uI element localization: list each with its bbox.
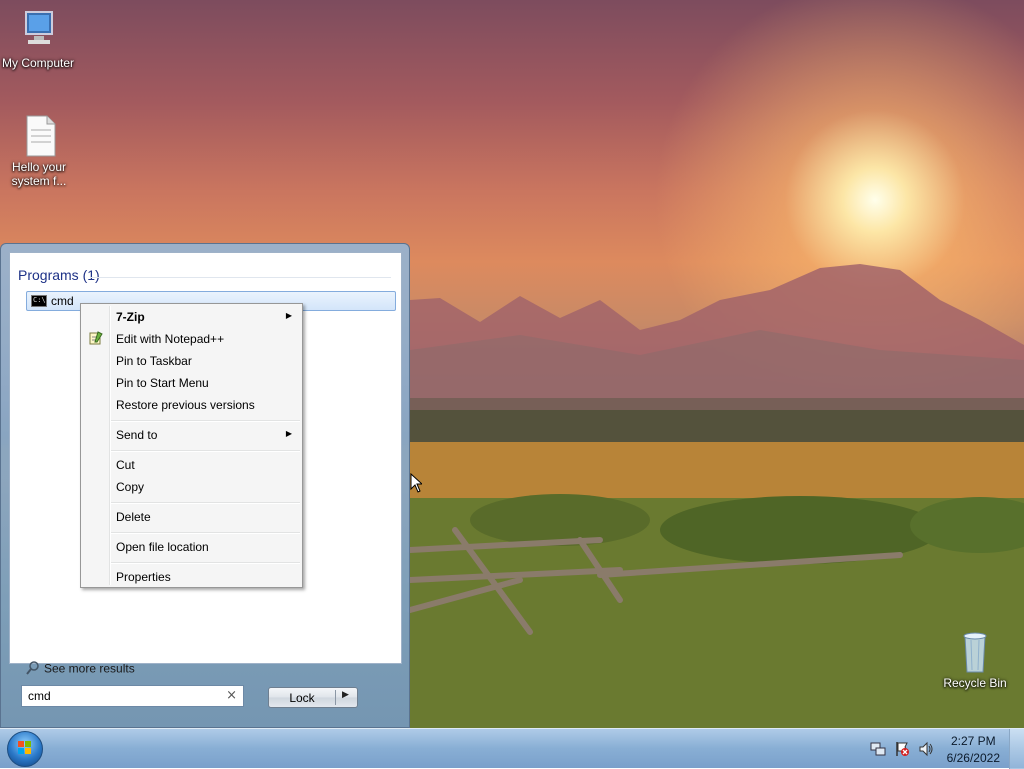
menu-item-pin-start-menu[interactable]: Pin to Start Menu	[83, 372, 300, 394]
system-tray: 2:27 PM 6/26/2022	[864, 729, 1024, 769]
menu-item-label: 7-Zip	[116, 310, 145, 324]
mouse-cursor-icon	[410, 473, 422, 493]
search-icon	[26, 661, 40, 678]
menu-item-properties[interactable]: Properties	[83, 566, 300, 588]
lock-button-divider	[335, 690, 336, 705]
document-icon	[19, 114, 59, 158]
recycle-bin-icon	[955, 630, 995, 674]
menu-separator	[111, 532, 300, 534]
clear-search-icon[interactable]: ×	[226, 688, 237, 703]
power-options-arrow-icon[interactable]: ▶	[342, 690, 349, 700]
menu-item-label: Cut	[116, 458, 135, 472]
clock-date: 6/26/2022	[946, 751, 1000, 765]
desktop-icon-label: My Computer	[1, 56, 75, 70]
menu-item-label: Pin to Start Menu	[116, 376, 209, 390]
desktop-icon-label: Recycle Bin	[943, 676, 1007, 690]
desktop-icon-label: system f...	[11, 174, 67, 188]
menu-item-7zip[interactable]: 7-Zip ▶	[83, 306, 300, 328]
menu-item-pin-taskbar[interactable]: Pin to Taskbar	[83, 350, 300, 372]
program-result-label: cmd	[51, 294, 74, 308]
taskbar-clock[interactable]: 2:27 PM 6/26/2022	[947, 733, 1000, 767]
desktop-icon-recycle-bin[interactable]: Recycle Bin	[937, 630, 1013, 690]
taskbar: 2:27 PM 6/26/2022	[0, 728, 1024, 769]
menu-separator	[111, 450, 300, 452]
start-search-input[interactable]: cmd ×	[21, 685, 244, 707]
menu-separator	[111, 420, 300, 422]
menu-item-label: Pin to Taskbar	[116, 354, 192, 368]
context-menu: 7-Zip ▶ Edit with Notepad++ Pin to Taskb…	[80, 303, 303, 588]
volume-icon[interactable]	[918, 741, 934, 757]
menu-item-delete[interactable]: Delete	[83, 506, 300, 528]
computer-icon	[18, 10, 58, 54]
lock-button-label: Lock	[289, 691, 315, 705]
network-icon[interactable]	[870, 741, 886, 757]
desktop-icon-label: Hello your	[11, 160, 67, 174]
see-more-results-link[interactable]: See more results	[26, 661, 135, 678]
menu-item-label: Restore previous versions	[116, 398, 255, 412]
menu-item-edit-notepadpp[interactable]: Edit with Notepad++	[83, 328, 300, 350]
menu-separator	[111, 562, 300, 564]
action-center-flag-icon[interactable]	[894, 741, 910, 757]
clock-time: 2:27 PM	[950, 734, 996, 748]
menu-item-restore-versions[interactable]: Restore previous versions	[83, 394, 300, 416]
submenu-arrow-icon: ▶	[285, 429, 292, 438]
menu-item-cut[interactable]: Cut	[83, 454, 300, 476]
submenu-arrow-icon: ▶	[285, 311, 292, 320]
desktop-icon-my-computer[interactable]: My Computer	[0, 10, 76, 70]
menu-item-label: Open file location	[116, 540, 209, 554]
menu-item-label: Edit with Notepad++	[116, 332, 225, 346]
notepad-plus-plus-icon	[89, 331, 103, 345]
menu-item-copy[interactable]: Copy	[83, 476, 300, 498]
menu-item-open-file-location[interactable]: Open file location	[83, 536, 300, 558]
lock-button[interactable]: Lock ▶	[268, 687, 358, 708]
menu-item-label: Send to	[116, 428, 158, 442]
show-desktop-button[interactable]	[1009, 729, 1024, 769]
section-title-programs: Programs (1)	[18, 267, 100, 283]
menu-item-label: Copy	[116, 480, 145, 494]
search-input-value: cmd	[28, 689, 51, 703]
menu-item-label: Delete	[116, 510, 151, 524]
section-divider	[90, 277, 391, 278]
cmd-icon: C:\	[31, 295, 47, 307]
see-more-results-label: See more results	[44, 661, 135, 676]
menu-separator	[111, 502, 300, 504]
menu-item-send-to[interactable]: Send to ▶	[83, 424, 300, 446]
menu-item-label: Properties	[116, 570, 171, 584]
windows-orb-icon[interactable]	[7, 731, 43, 767]
desktop-icon-hello-file[interactable]: Hello your system f...	[1, 114, 77, 188]
